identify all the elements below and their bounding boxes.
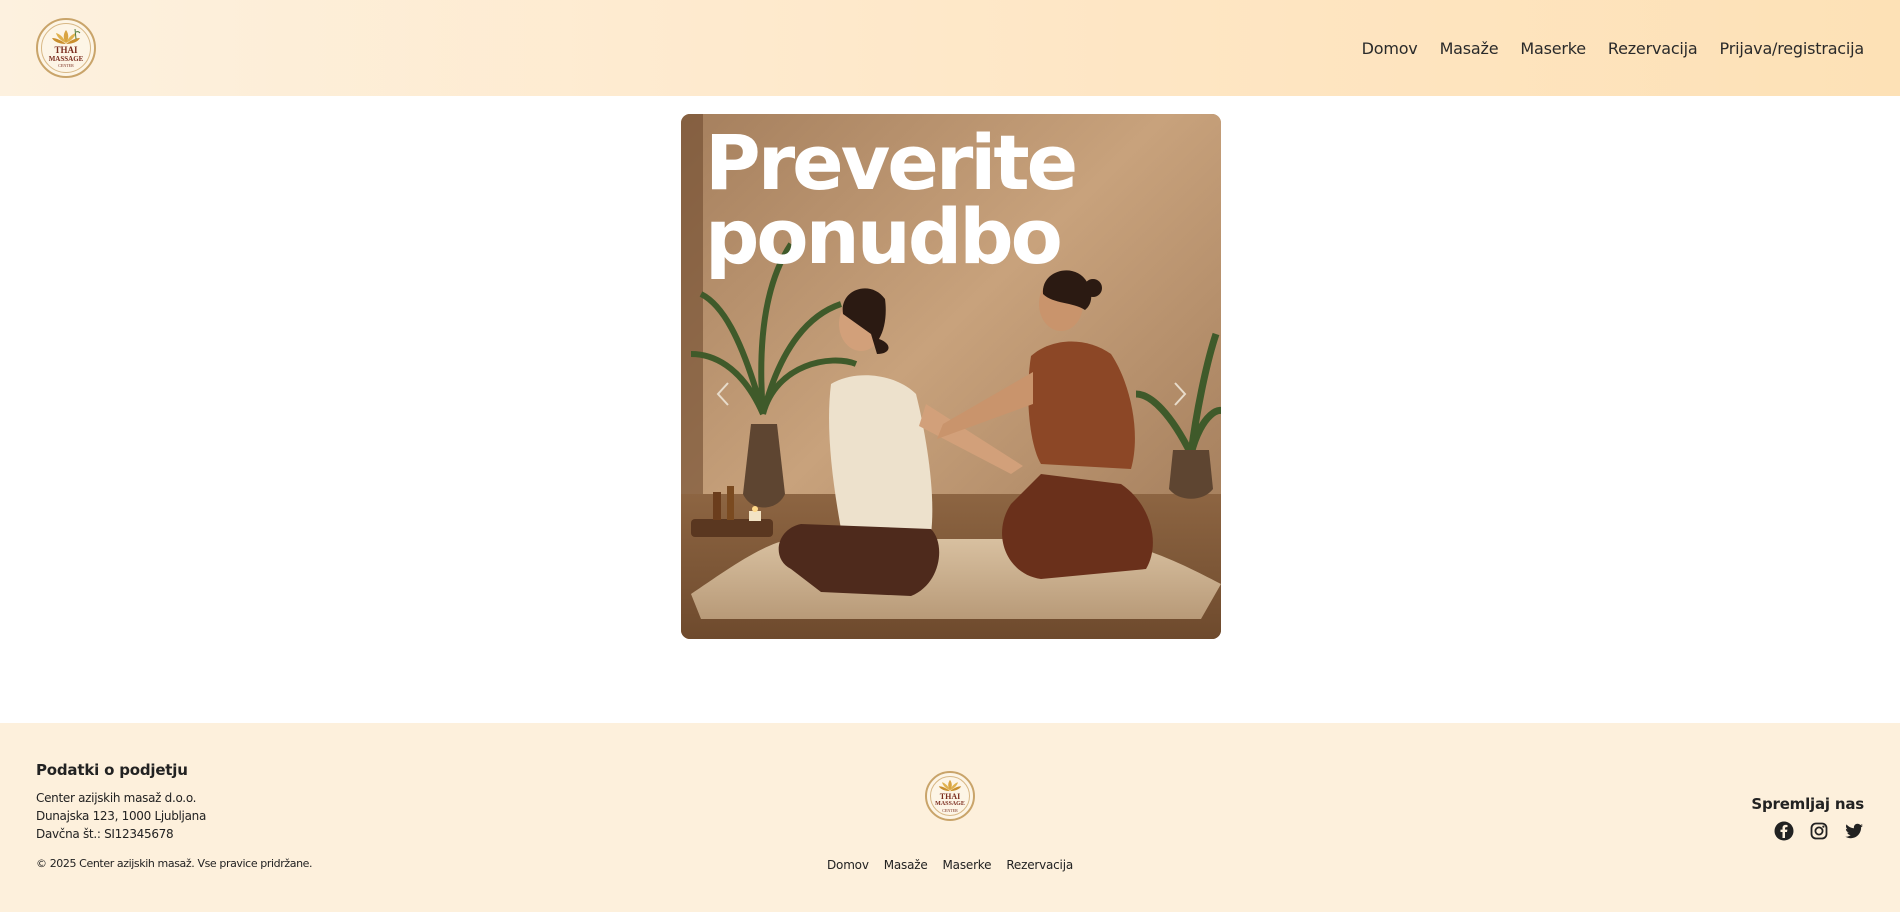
logo-ring: [41, 23, 91, 73]
chevron-left-icon: [716, 382, 729, 406]
footer-center: THAI MASSAGE CENTER Domov Masaže Maserke…: [0, 771, 1900, 872]
social-icons: [1774, 821, 1864, 841]
chevron-right-icon: [1174, 382, 1187, 406]
logo[interactable]: THAI MASSAGE CENTER: [36, 18, 96, 78]
nav-rezervacija[interactable]: Rezervacija: [1608, 39, 1698, 58]
twitter-icon[interactable]: [1844, 821, 1864, 841]
nav-domov[interactable]: Domov: [1362, 39, 1418, 58]
footer-nav-domov[interactable]: Domov: [827, 858, 869, 872]
instagram-icon[interactable]: [1809, 821, 1829, 841]
hero-title: Preverite ponudbo: [705, 118, 1078, 281]
hero-carousel: Preverite ponudbo: [681, 114, 1221, 639]
footer-nav: Domov Masaže Maserke Rezervacija: [827, 858, 1073, 872]
footer-nav-rezervacija[interactable]: Rezervacija: [1006, 858, 1073, 872]
nav-prijava-registracija[interactable]: Prijava/registracija: [1720, 39, 1865, 58]
footer-logo[interactable]: THAI MASSAGE CENTER: [925, 771, 975, 821]
facebook-icon[interactable]: [1774, 821, 1794, 841]
nav-maserke[interactable]: Maserke: [1520, 39, 1586, 58]
footer-nav-masaze[interactable]: Masaže: [884, 858, 928, 872]
site-footer: Podatki o podjetju Center azijskih masaž…: [0, 723, 1900, 912]
footer-logo-ring: [930, 776, 970, 816]
carousel-prev-button[interactable]: [708, 374, 738, 414]
social-heading: Spremljaj nas: [1751, 795, 1864, 813]
social-section: Spremljaj nas: [1751, 795, 1864, 841]
nav-masaze[interactable]: Masaže: [1440, 39, 1499, 58]
site-header: THAI MASSAGE CENTER Domov Masaže Maserke…: [0, 0, 1900, 96]
carousel-next-button[interactable]: [1165, 374, 1195, 414]
footer-nav-maserke[interactable]: Maserke: [943, 858, 992, 872]
main-nav: Domov Masaže Maserke Rezervacija Prijava…: [1362, 39, 1865, 58]
